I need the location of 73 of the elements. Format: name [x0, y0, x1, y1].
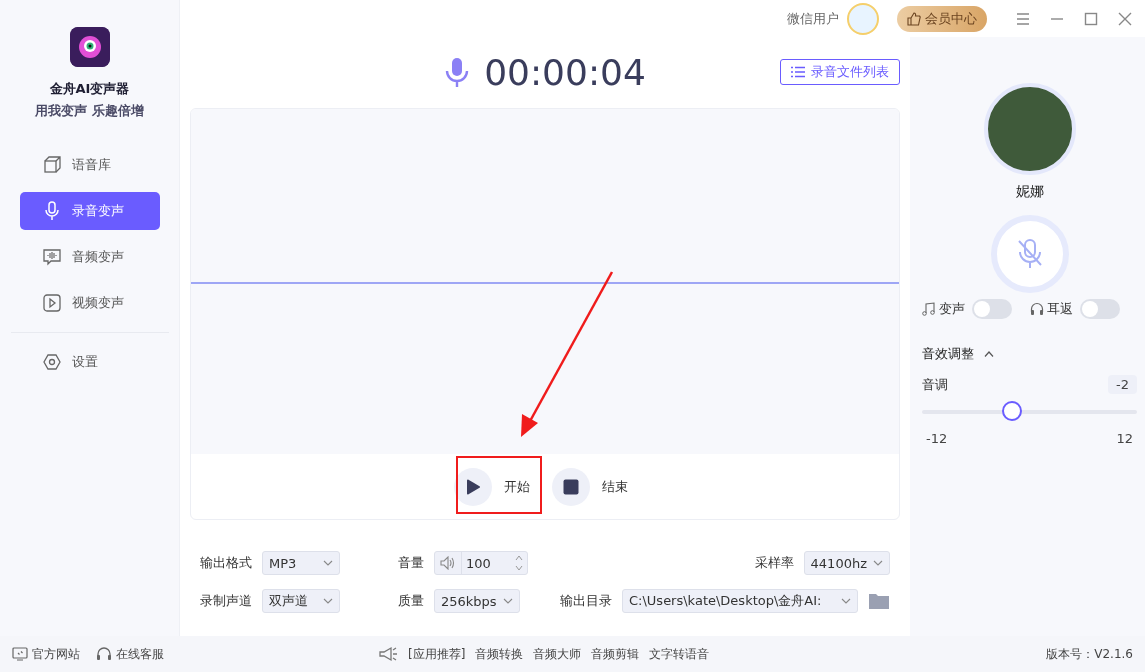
- library-icon: [41, 155, 62, 175]
- slider-max: 12: [1116, 431, 1133, 446]
- speaker-icon: [440, 556, 456, 570]
- voice-name: 妮娜: [1015, 183, 1044, 201]
- video-icon: [41, 293, 62, 313]
- user-name[interactable]: 微信用户: [787, 9, 839, 28]
- dropdown-caret-icon: [841, 598, 851, 604]
- dropdown-caret-icon: [323, 598, 333, 604]
- setting-label: 质量: [398, 592, 424, 610]
- settings-icon: [41, 352, 62, 372]
- list-icon: [791, 66, 805, 78]
- dropdown-field[interactable]: 256kbps: [434, 589, 520, 613]
- sidebar-item[interactable]: 设置: [19, 343, 160, 381]
- folder-icon[interactable]: [868, 592, 890, 610]
- sidebar-item[interactable]: 录音变声: [19, 192, 160, 230]
- microphone-off-icon: [1015, 238, 1044, 270]
- start-button[interactable]: 开始: [454, 467, 538, 506]
- menu-icon[interactable]: [1015, 10, 1031, 27]
- toggle-switch[interactable]: [1080, 299, 1120, 319]
- slider-thumb[interactable]: [1001, 401, 1022, 421]
- dropdown-field[interactable]: 双声道: [262, 589, 340, 613]
- megaphone-icon: [378, 646, 398, 662]
- sidebar-item[interactable]: 音频变声: [19, 238, 160, 276]
- promo-link[interactable]: 音频转换: [475, 645, 524, 663]
- spinner-arrows-icon[interactable]: [514, 554, 524, 572]
- output-path-dropdown[interactable]: C:\Users\kate\Desktop\金舟AI:: [622, 589, 858, 613]
- website-link[interactable]: 官方网站: [12, 645, 80, 663]
- toggle-label: 变声: [939, 300, 965, 318]
- monitor-icon: [12, 647, 28, 661]
- app-slogan: 用我变声 乐趣倍增: [35, 102, 144, 120]
- music-note-icon: [922, 302, 936, 316]
- volume-spin-field[interactable]: 100: [434, 551, 528, 575]
- dropdown-caret-icon: [873, 560, 883, 566]
- headphones-icon: [1030, 302, 1044, 316]
- microphone-icon: [444, 56, 471, 89]
- toggle-label: 耳返: [1047, 300, 1073, 318]
- vip-button[interactable]: 会员中心: [897, 5, 987, 32]
- sidebar-item[interactable]: 语音库: [19, 146, 160, 184]
- dropdown-caret-icon: [323, 560, 333, 566]
- slider-min: -12: [926, 431, 948, 446]
- version-text: 版本号：V2.1.6: [1046, 645, 1133, 663]
- section-title: 音效调整: [922, 345, 974, 363]
- play-icon: [465, 478, 481, 495]
- close-icon[interactable]: [1117, 10, 1133, 27]
- record-list-button[interactable]: 录音文件列表: [780, 59, 900, 85]
- thumbs-up-icon: [907, 11, 921, 26]
- promo-link[interactable]: 音频剪辑: [591, 645, 640, 663]
- audio-icon: [41, 247, 62, 267]
- toggle-switch[interactable]: [972, 299, 1012, 319]
- promo-label: [应用推荐]: [408, 645, 466, 663]
- stop-button[interactable]: 结束: [552, 467, 636, 506]
- chevron-icon[interactable]: [984, 351, 994, 357]
- sidebar-item[interactable]: 视频变声: [19, 284, 160, 322]
- setting-label: 录制声道: [200, 592, 252, 610]
- promo-link[interactable]: 音频大师: [533, 645, 582, 663]
- maximize-icon[interactable]: [1083, 10, 1099, 27]
- setting-label: 输出目录: [560, 592, 612, 610]
- setting-label: 采样率: [754, 554, 794, 572]
- support-link[interactable]: 在线客服: [96, 645, 164, 663]
- setting-label: 音量: [398, 554, 424, 572]
- dropdown-field[interactable]: 44100hz: [803, 551, 890, 575]
- dropdown-field[interactable]: MP3: [262, 551, 340, 575]
- app-logo: [69, 27, 110, 67]
- slider-label: 音调: [922, 375, 948, 394]
- headset-icon: [96, 647, 112, 661]
- recording-timer: 00:00:04: [484, 52, 646, 93]
- promo-link[interactable]: 文字转语音: [649, 645, 710, 663]
- app-name: 金舟AI变声器: [49, 80, 130, 98]
- user-avatar[interactable]: [847, 2, 879, 35]
- setting-label: 输出格式: [200, 554, 252, 572]
- slider-value: -2: [1108, 375, 1137, 394]
- stop-icon: [563, 478, 579, 495]
- dropdown-caret-icon: [502, 598, 513, 604]
